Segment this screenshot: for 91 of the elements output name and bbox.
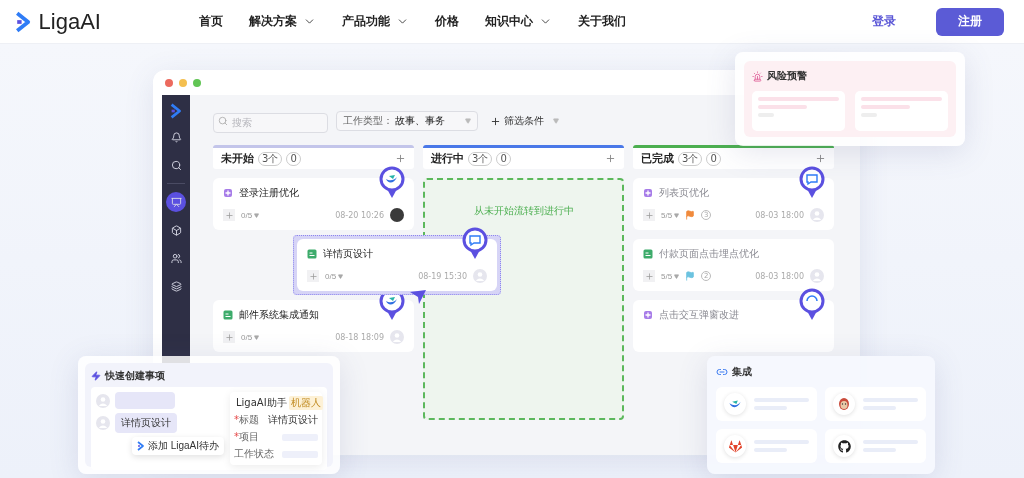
- siren-icon: [752, 70, 763, 82]
- lightning-icon: [91, 371, 101, 381]
- puzzle-icon: [643, 310, 653, 320]
- due-date: 08-19 15:30: [418, 271, 467, 281]
- card-title: 付款页面点击埋点优化: [659, 247, 759, 261]
- column-title: 已完成: [641, 151, 674, 166]
- caret-down-icon: [674, 212, 680, 218]
- caret-down-icon: [553, 118, 559, 124]
- card-title: 点击交互弹窗改进: [659, 308, 739, 322]
- sidebar-button[interactable]: [166, 192, 186, 212]
- caret-down-icon: [465, 118, 471, 124]
- cat-silhouette-icon: [837, 439, 851, 453]
- column-title: 进行中: [431, 151, 464, 166]
- link-icon: [716, 366, 728, 378]
- field-label: 工作状态: [234, 447, 275, 461]
- due-date: 08-20 10:26: [335, 210, 384, 220]
- card-title: 列表页优化: [659, 186, 709, 200]
- search-icon: [170, 159, 182, 171]
- field-label: *项目: [234, 430, 260, 444]
- filter-button[interactable]: 筛选条件: [486, 114, 563, 128]
- caret-down-icon: [254, 212, 260, 218]
- skeleton-bubble: [115, 392, 175, 409]
- brand-name: LigaAI: [38, 8, 101, 35]
- card-title: 邮件系统集成通知: [239, 308, 319, 322]
- nav-link[interactable]: 首页: [199, 13, 223, 30]
- puzzle-icon: [223, 188, 233, 198]
- nav-link[interactable]: 知识中心: [485, 13, 552, 30]
- due-date: 08-03 18:00: [755, 271, 804, 281]
- work-type-select[interactable]: 工作类型： 故事、事务: [336, 111, 478, 131]
- people-icon: [170, 252, 182, 264]
- puzzle-icon: [643, 188, 653, 198]
- swoosh-icon: [728, 399, 742, 409]
- layers-icon: [170, 280, 182, 292]
- mascot-icon: [838, 397, 850, 411]
- logo-icon: [15, 10, 33, 33]
- bot-tag: 机器人: [288, 396, 323, 410]
- due-date: 08-18 18:09: [335, 332, 384, 342]
- due-date: 08-03 18:00: [755, 210, 804, 220]
- task-icon: [307, 249, 317, 259]
- task-icon: [223, 310, 233, 320]
- caret-down-icon: [674, 273, 680, 279]
- assistant-name: LigaAI助手: [236, 396, 287, 410]
- nav-link[interactable]: 产品功能: [342, 13, 409, 30]
- task-card[interactable]: 邮件系统集成通知 0/5 08-18 18:09: [213, 300, 414, 352]
- task-card[interactable]: 详情页设计 0/5 08-19 15:30: [297, 239, 497, 291]
- task-card[interactable]: 点击交互弹窗改进: [633, 300, 834, 352]
- board-icon: [170, 196, 182, 208]
- logo-icon: [169, 103, 183, 119]
- avatar-icon: [96, 393, 110, 408]
- chat-bubble: 详情页设计: [115, 413, 177, 433]
- nav-link[interactable]: 关于我们: [578, 13, 626, 30]
- add-icon: [395, 153, 406, 164]
- card-title: 详情页设计: [323, 247, 373, 261]
- avatar-icon: [96, 416, 110, 430]
- logo-icon: [136, 441, 145, 451]
- nav-link[interactable]: 解决方案: [249, 13, 316, 30]
- search-icon: [218, 116, 228, 126]
- add-button[interactable]: [643, 209, 655, 221]
- panel-title: 快速创建事项: [105, 369, 165, 383]
- field-value: 详情页设计: [268, 413, 318, 427]
- add-icon: [605, 153, 616, 164]
- field-label: *标题: [234, 413, 260, 427]
- add-button[interactable]: [307, 270, 319, 282]
- integration-card[interactable]: [825, 429, 926, 463]
- drop-hint: 从未开始流转到进行中: [473, 204, 574, 218]
- caret-down-icon: [254, 334, 260, 340]
- panel-title: 集成: [732, 365, 752, 379]
- minimize-dot[interactable]: [179, 78, 187, 87]
- task-card[interactable]: 登录注册优化 0/5 08-20 10:26: [213, 178, 414, 230]
- task-icon: [643, 249, 653, 259]
- add-todo-button[interactable]: 添加 LigaAI待办: [131, 437, 224, 455]
- search-field[interactable]: 搜索: [213, 112, 328, 133]
- fox-icon: [728, 439, 742, 453]
- add-button[interactable]: [223, 209, 235, 221]
- add-button[interactable]: [223, 331, 235, 343]
- nav-link[interactable]: 价格: [435, 13, 459, 30]
- close-dot[interactable]: [165, 78, 173, 87]
- plus-icon: [490, 115, 501, 127]
- column-title: 未开始: [221, 151, 254, 166]
- add-icon: [815, 153, 826, 164]
- card-title: 登录注册优化: [239, 186, 299, 200]
- maximize-dot[interactable]: [193, 78, 201, 87]
- login-link[interactable]: 登录: [872, 13, 896, 30]
- bell-icon: [170, 131, 182, 143]
- caret-down-icon: [338, 273, 344, 279]
- add-button[interactable]: [643, 270, 655, 282]
- signup-button[interactable]: 注册: [936, 7, 1004, 36]
- integration-card[interactable]: [716, 429, 817, 463]
- panel-title: 风险预警: [767, 69, 807, 83]
- integration-card[interactable]: [825, 387, 926, 421]
- cube-icon: [170, 224, 182, 236]
